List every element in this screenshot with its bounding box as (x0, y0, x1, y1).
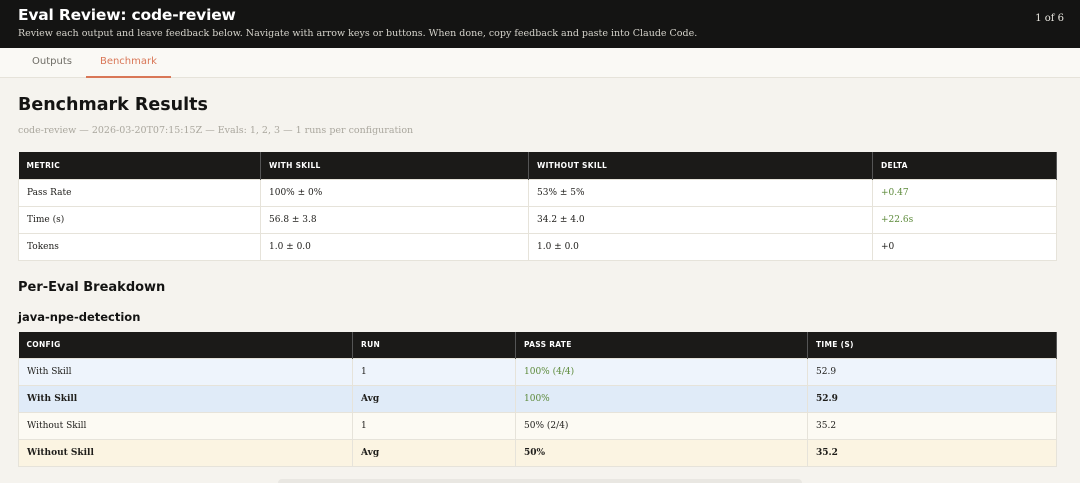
run-cell: Avg (352, 385, 516, 413)
column-header-delta: DELTA (872, 152, 1057, 179)
metric-cell: Pass Rate (18, 178, 261, 207)
page-title: Eval Review: code-review (18, 6, 236, 24)
run-cell: 1 (352, 358, 516, 386)
config-cell: Without Skill (18, 412, 353, 440)
delta-cell: +0.47 (872, 178, 1057, 207)
table-row: Pass Rate 100% ± 0% 53% ± 5% +0.47 (18, 178, 1057, 207)
eval-name-heading: java-npe-detection (18, 309, 141, 324)
with-skill-cell: 56.8 ± 3.8 (260, 205, 529, 234)
benchmark-title: Benchmark Results (18, 95, 208, 115)
without-skill-cell: 53% ± 5% (528, 178, 873, 207)
table-header-row: METRIC WITH SKILL WITHOUT SKILL DELTA (18, 152, 1057, 179)
page-subtitle: Review each output and leave feedback be… (18, 28, 698, 39)
time-cell: 35.2 (807, 439, 1057, 467)
pass-rate-cell: 100% (4/4) (515, 358, 808, 386)
item-counter: 1 of 6 (1035, 13, 1064, 24)
column-header-pass-rate: PASS RATE (515, 331, 808, 359)
table-row: Time (s) 56.8 ± 3.8 34.2 ± 4.0 +22.6s (18, 205, 1057, 234)
config-cell: With Skill (18, 358, 353, 386)
table-row: With Skill Avg 100% 52.9 (18, 385, 1057, 413)
table-header-row: CONFIG RUN PASS RATE TIME (S) (18, 331, 1057, 359)
benchmark-panel: Benchmark Results code-review — 2026-03-… (0, 78, 1080, 483)
breakdown-title: Per-Eval Breakdown (18, 279, 166, 295)
time-cell: 35.2 (807, 412, 1057, 440)
metric-cell: Tokens (18, 232, 261, 261)
column-header-with-skill: WITH SKILL (260, 152, 529, 179)
column-header-config: CONFIG (18, 331, 353, 359)
app-header: Eval Review: code-review Review each out… (0, 0, 1080, 48)
config-cell: With Skill (18, 385, 353, 413)
with-skill-cell: 100% ± 0% (260, 178, 529, 207)
table-row: Without Skill 1 50% (2/4) 35.2 (18, 412, 1057, 440)
time-cell: 52.9 (807, 385, 1057, 413)
time-cell: 52.9 (807, 358, 1057, 386)
metric-cell: Time (s) (18, 205, 261, 234)
column-header-metric: METRIC (18, 152, 261, 179)
column-header-time: TIME (S) (807, 331, 1057, 359)
feedback-panel-edge (278, 479, 802, 483)
breakdown-table: CONFIG RUN PASS RATE TIME (S) With Skill… (18, 331, 1057, 467)
config-cell: Without Skill (18, 439, 353, 467)
table-row: Without Skill Avg 50% 35.2 (18, 439, 1057, 467)
table-row: Tokens 1.0 ± 0.0 1.0 ± 0.0 +0 (18, 232, 1057, 261)
run-cell: Avg (352, 439, 516, 467)
without-skill-cell: 34.2 ± 4.0 (528, 205, 873, 234)
column-header-run: RUN (352, 331, 516, 359)
benchmark-meta: code-review — 2026-03-20T07:15:15Z — Eva… (18, 125, 414, 136)
pass-rate-cell: 50% (515, 439, 808, 467)
column-header-without-skill: WITHOUT SKILL (528, 152, 873, 179)
delta-cell: +22.6s (872, 205, 1057, 234)
tab-bar: Outputs Benchmark (0, 48, 1080, 78)
with-skill-cell: 1.0 ± 0.0 (260, 232, 529, 261)
benchmark-table: METRIC WITH SKILL WITHOUT SKILL DELTA Pa… (18, 152, 1057, 261)
run-cell: 1 (352, 412, 516, 440)
pass-rate-cell: 50% (2/4) (515, 412, 808, 440)
table-row: With Skill 1 100% (4/4) 52.9 (18, 358, 1057, 386)
without-skill-cell: 1.0 ± 0.0 (528, 232, 873, 261)
tab-outputs[interactable]: Outputs (18, 48, 86, 78)
pass-rate-cell: 100% (515, 385, 808, 413)
delta-cell: +0 (872, 232, 1057, 261)
tab-benchmark[interactable]: Benchmark (85, 48, 171, 78)
